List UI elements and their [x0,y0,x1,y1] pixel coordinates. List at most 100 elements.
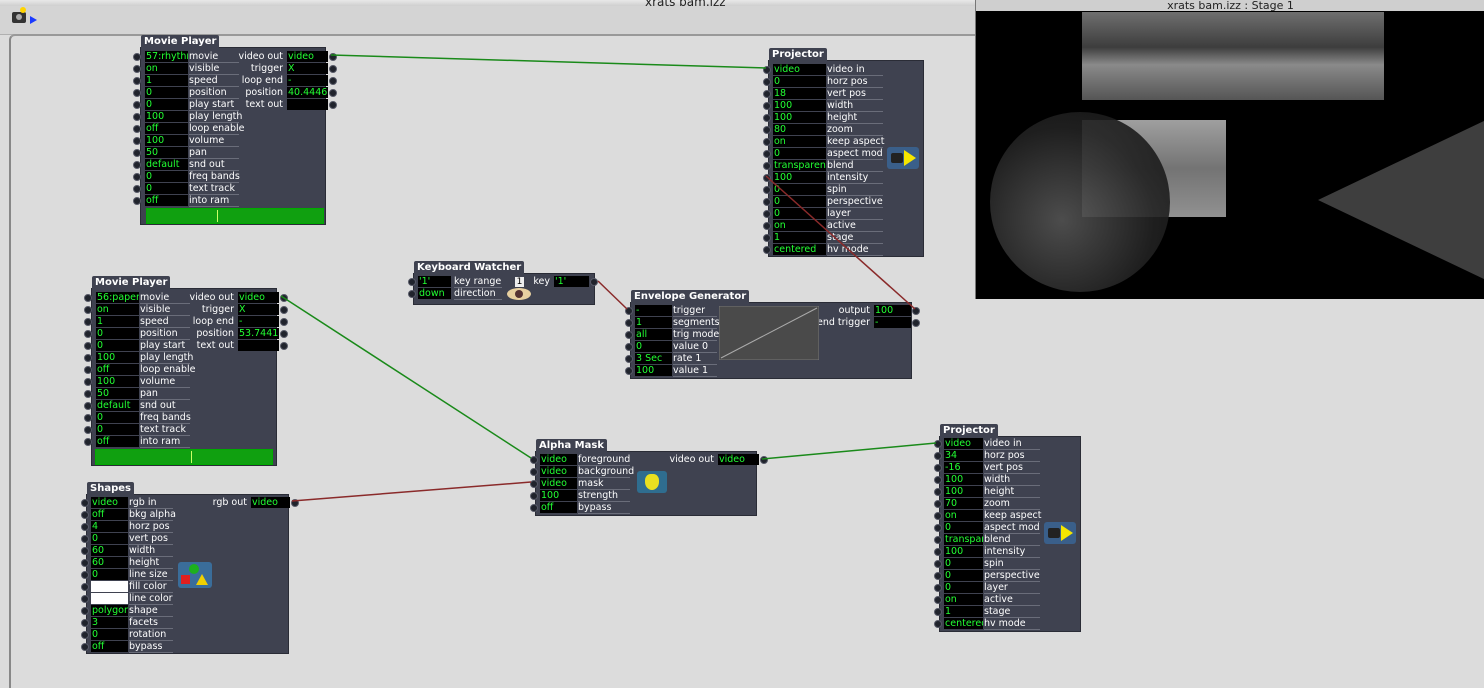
input-value-field[interactable]: 0 [773,76,826,87]
input-port-dot[interactable] [84,390,92,398]
input-port-dot[interactable] [81,571,89,579]
output-port-dot[interactable] [280,294,288,302]
input-value-field[interactable]: 3 Sec [635,353,672,364]
input-port-dot[interactable] [81,499,89,507]
input-port-dot[interactable] [934,476,942,484]
input-port-dot[interactable] [408,278,416,286]
actor-title[interactable]: Envelope Generator [631,290,750,303]
output-port-dot[interactable] [280,342,288,350]
input-value-field[interactable]: polygon [91,605,128,616]
input-value-field[interactable]: on [145,63,188,74]
input-port-dot[interactable] [763,198,771,206]
input-value-field[interactable]: video [944,438,983,449]
alpha-mask-actor[interactable]: Alpha Mask video foreground video backgroun… [530,439,768,516]
input-port-dot[interactable] [625,331,633,339]
input-port-dot[interactable] [763,246,771,254]
projector-actor-2[interactable]: Projector video video in 34 horz pos -16 vert… [934,424,1081,632]
input-value-field[interactable]: 100 [96,352,139,363]
input-port-dot[interactable] [763,102,771,110]
input-port-dot[interactable] [763,210,771,218]
input-port-dot[interactable] [81,559,89,567]
input-value-field[interactable] [91,581,128,592]
input-port-dot[interactable] [934,560,942,568]
input-value-field[interactable]: 34 [944,450,983,461]
input-value-field[interactable]: 100 [944,474,983,485]
movie-player-actor-2[interactable]: Movie Player 56:paper movie on visible 1 spee… [84,276,288,466]
input-port-dot[interactable] [133,197,141,205]
input-port-dot[interactable] [81,631,89,639]
output-port-dot[interactable] [760,456,768,464]
output-port-dot[interactable] [280,306,288,314]
output-port-dot[interactable] [912,319,920,327]
input-value-field[interactable]: 0 [635,341,672,352]
input-port-dot[interactable] [133,161,141,169]
input-value-field[interactable]: 0 [773,148,826,159]
input-value-field[interactable]: centered [773,244,826,255]
input-value-field[interactable]: 100 [773,100,826,111]
input-value-field[interactable]: off [91,509,128,520]
input-value-field[interactable]: video [540,466,577,477]
input-value-field[interactable]: 100 [145,135,188,146]
input-port-dot[interactable] [133,125,141,133]
input-value-field[interactable]: 80 [773,124,826,135]
input-value-field[interactable]: transparent [944,534,983,545]
input-port-dot[interactable] [763,78,771,86]
input-port-dot[interactable] [84,414,92,422]
input-port-dot[interactable] [84,318,92,326]
input-value-field[interactable]: 57:rhythm [145,51,188,62]
input-port-dot[interactable] [133,89,141,97]
input-value-field[interactable]: 0 [145,87,188,98]
output-port-dot[interactable] [280,330,288,338]
progress-marker[interactable] [217,210,219,222]
input-port-dot[interactable] [763,186,771,194]
input-value-field[interactable]: -16 [944,462,983,473]
input-value-field[interactable]: on [944,510,983,521]
input-value-field[interactable]: 100 [145,111,188,122]
input-value-field[interactable]: off [91,641,128,652]
output-port-dot[interactable] [280,318,288,326]
input-value-field[interactable]: video [540,478,577,489]
input-value-field[interactable]: 1 [773,232,826,243]
input-port-dot[interactable] [84,438,92,446]
input-value-field[interactable]: transparent [773,160,826,171]
input-value-field[interactable]: 0 [96,424,139,435]
input-port-dot[interactable] [763,114,771,122]
input-value-field[interactable]: off [145,195,188,206]
input-value-field[interactable]: 0 [96,412,139,423]
input-port-dot[interactable] [81,595,89,603]
input-value-field[interactable]: off [96,436,139,447]
output-port-dot[interactable] [329,53,337,61]
input-value-field[interactable]: on [944,594,983,605]
input-value-field[interactable]: off [540,502,577,513]
input-value-field[interactable]: 56:paper [96,292,139,303]
input-value-field[interactable]: 3 [91,617,128,628]
output-port-dot[interactable] [329,77,337,85]
input-port-dot[interactable] [530,468,538,476]
input-port-dot[interactable] [763,222,771,230]
input-port-dot[interactable] [625,307,633,315]
input-value-field[interactable]: 0 [944,558,983,569]
input-port-dot[interactable] [133,65,141,73]
envelope-generator-actor[interactable]: Envelope Generator - trigger 1 segments all t… [625,290,920,379]
actor-title[interactable]: Alpha Mask [536,439,607,452]
input-value-field[interactable]: 100 [635,365,672,376]
input-value-field[interactable]: 60 [91,557,128,568]
input-port-dot[interactable] [408,290,416,298]
input-port-dot[interactable] [133,185,141,193]
input-value-field[interactable]: 1 [944,606,983,617]
input-port-dot[interactable] [934,548,942,556]
play-arrow-icon[interactable] [30,16,37,24]
stage-window[interactable]: xrats bam.izz : Stage 1 [975,0,1484,299]
input-port-dot[interactable] [81,619,89,627]
input-port-dot[interactable] [530,504,538,512]
input-port-dot[interactable] [934,464,942,472]
input-value-field[interactable]: video [540,454,577,465]
output-port-dot[interactable] [291,499,299,507]
input-port-dot[interactable] [81,547,89,555]
input-port-dot[interactable] [625,319,633,327]
actor-title[interactable]: Shapes [87,482,134,495]
input-port-dot[interactable] [84,354,92,362]
actor-title[interactable]: Keyboard Watcher [414,261,525,274]
input-value-field[interactable]: video [773,64,826,75]
input-value-field[interactable]: 100 [540,490,577,501]
